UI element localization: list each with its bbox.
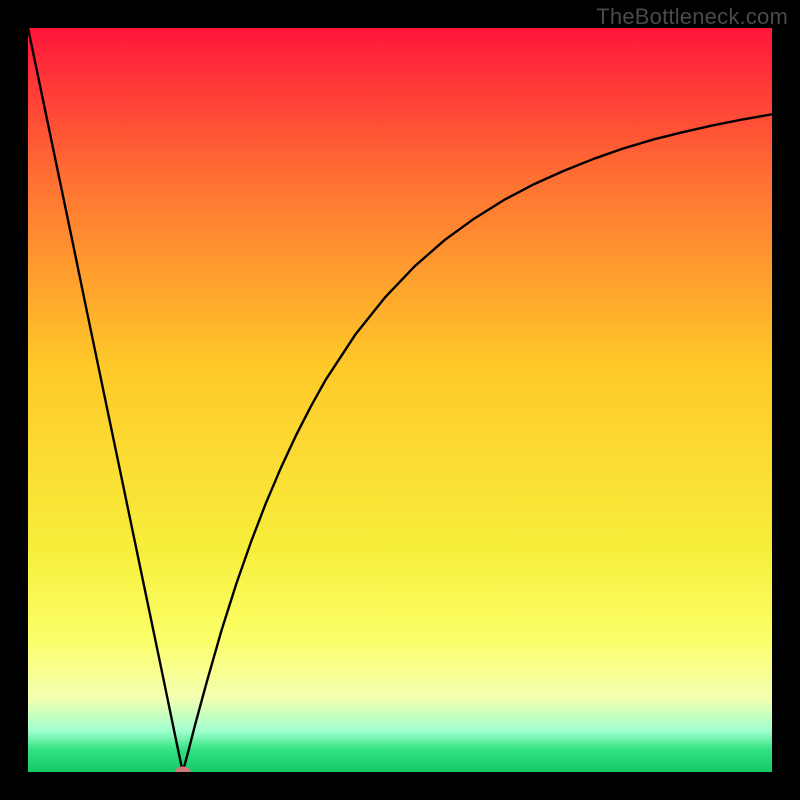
gradient-background bbox=[28, 28, 772, 772]
watermark-text: TheBottleneck.com bbox=[596, 4, 788, 30]
bottleneck-chart-svg bbox=[28, 28, 772, 772]
chart-plot-area bbox=[28, 28, 772, 772]
